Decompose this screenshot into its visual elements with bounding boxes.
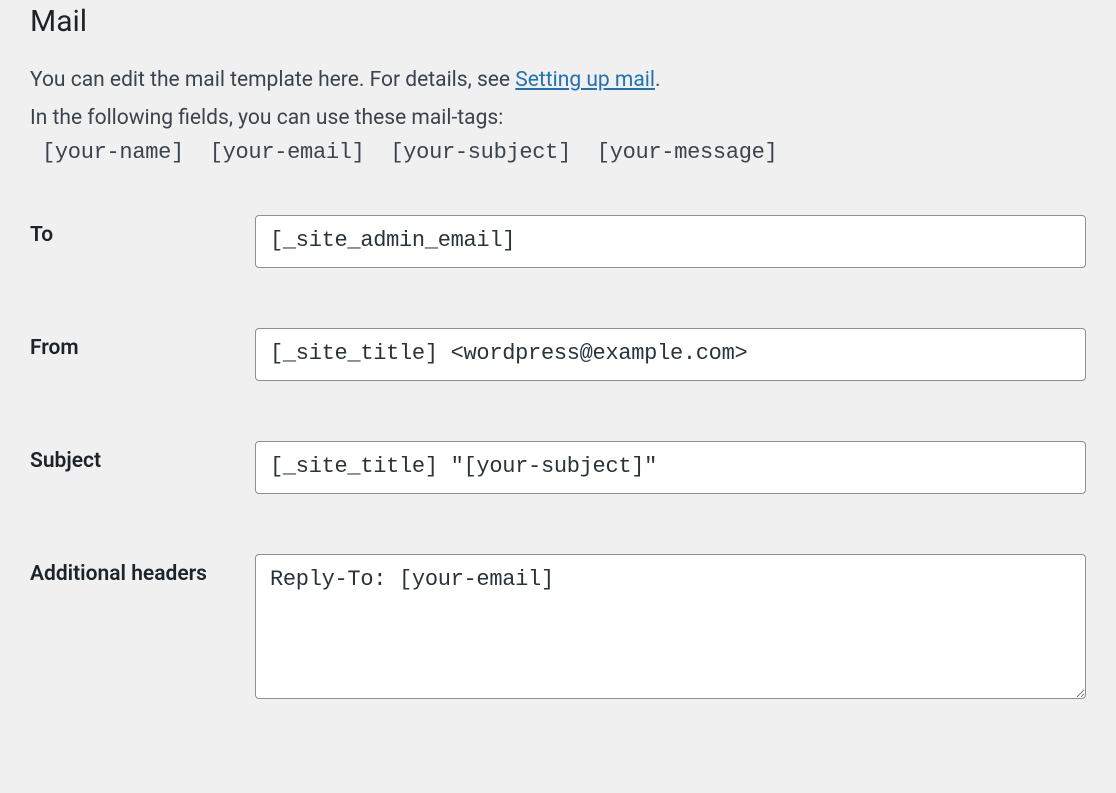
to-label: To xyxy=(30,215,255,247)
mail-description-line2: In the following fields, you can use the… xyxy=(30,101,1086,137)
mail-section-title: Mail xyxy=(30,0,1086,39)
additional-headers-label: Additional headers xyxy=(30,554,255,586)
from-label: From xyxy=(30,328,255,360)
subject-input[interactable] xyxy=(255,441,1086,494)
description-text-part1: You can edit the mail template here. For… xyxy=(30,68,515,92)
setting-up-mail-link[interactable]: Setting up mail xyxy=(515,68,655,92)
to-field-row: To xyxy=(30,215,1086,268)
additional-headers-textarea[interactable] xyxy=(255,554,1086,699)
mail-description-line1: You can edit the mail template here. For… xyxy=(30,63,1086,99)
from-input[interactable] xyxy=(255,328,1086,381)
description-text-part2: . xyxy=(655,68,661,92)
mail-tags-list: [your-name] [your-email] [your-subject] … xyxy=(42,140,1086,165)
subject-field-row: Subject xyxy=(30,441,1086,494)
additional-headers-field-row: Additional headers xyxy=(30,554,1086,703)
subject-label: Subject xyxy=(30,441,255,473)
to-input[interactable] xyxy=(255,215,1086,268)
from-field-row: From xyxy=(30,328,1086,381)
